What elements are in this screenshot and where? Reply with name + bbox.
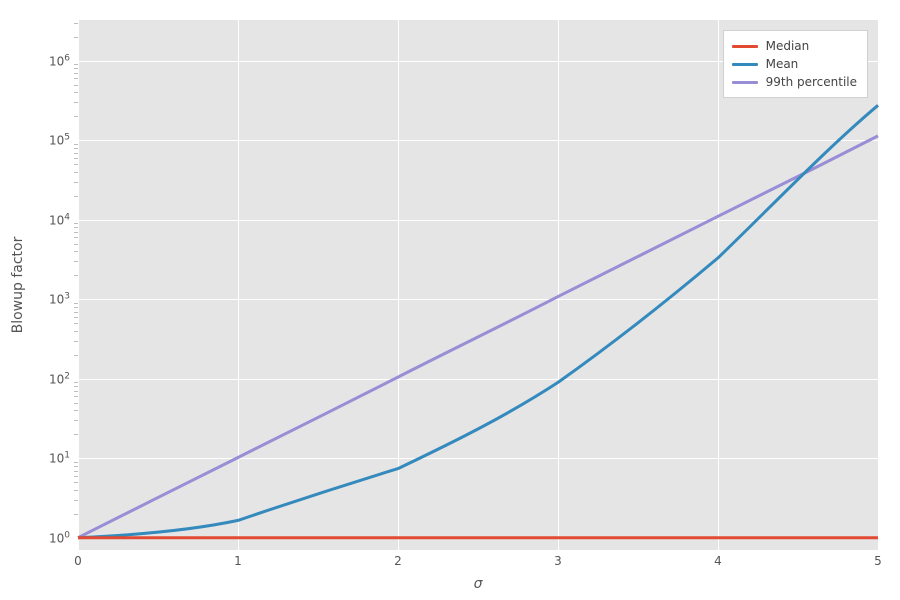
- legend-swatch: [732, 45, 758, 48]
- chart-figure: Median Mean 99th percentile 0 1 2 3 4 5 …: [0, 0, 900, 600]
- y-tick-label: 102: [49, 371, 70, 386]
- y-tick-label: 103: [49, 292, 70, 307]
- legend-swatch: [732, 81, 758, 84]
- y-tick-label: 106: [49, 53, 70, 68]
- legend-label: 99th percentile: [766, 75, 857, 89]
- x-tick-label: 5: [874, 554, 882, 568]
- legend-label: Mean: [766, 57, 799, 71]
- x-tick-label: 4: [714, 554, 722, 568]
- x-tick-label: 2: [394, 554, 402, 568]
- series-layer: [78, 20, 878, 550]
- legend-item-mean: Mean: [732, 55, 857, 73]
- legend-swatch: [732, 63, 758, 66]
- y-tick-label: 105: [49, 133, 70, 148]
- x-axis-label: σ: [474, 576, 483, 592]
- y-tick-label: 104: [49, 212, 70, 227]
- series-p99: [78, 136, 878, 538]
- legend-item-p99: 99th percentile: [732, 73, 857, 91]
- y-axis-label: Blowup factor: [10, 237, 26, 334]
- x-tick-label: 1: [234, 554, 242, 568]
- x-tick-label: 0: [74, 554, 82, 568]
- legend-item-median: Median: [732, 37, 857, 55]
- grid-v: [878, 20, 879, 550]
- x-tick-label: 3: [554, 554, 562, 568]
- y-tick-label: 100: [49, 530, 70, 545]
- legend-label: Median: [766, 39, 810, 53]
- y-tick-label: 101: [49, 451, 70, 466]
- plot-area: Median Mean 99th percentile: [78, 20, 878, 550]
- series-mean: [78, 105, 878, 537]
- legend: Median Mean 99th percentile: [723, 30, 868, 98]
